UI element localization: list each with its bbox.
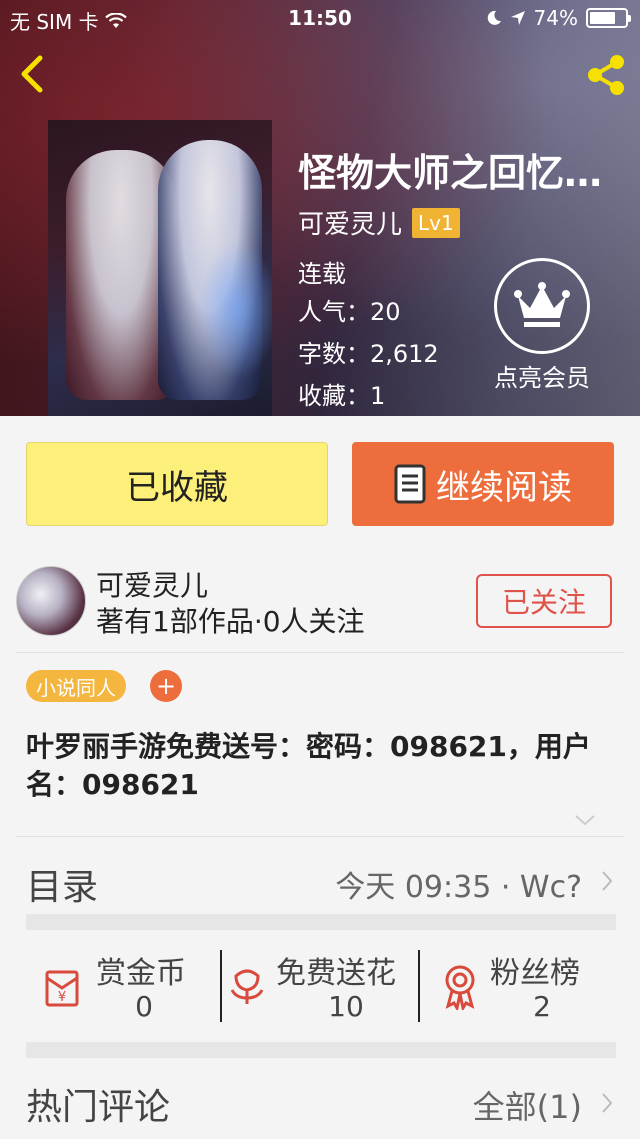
share-button[interactable] bbox=[582, 52, 630, 98]
hot-comments-title: 热门评论 bbox=[26, 1087, 171, 1128]
book-intro: 叶罗丽手游免费送号：密码：098621，用户名：098621 bbox=[26, 730, 591, 801]
follow-button[interactable]: 已关注 bbox=[476, 574, 612, 628]
book-detail-content: 已收藏 继续阅读 可爱灵儿 著有1部作品·0人关注 已关注 小说同人 + 叶罗丽… bbox=[0, 416, 640, 1139]
avatar[interactable] bbox=[16, 566, 86, 636]
fan-ranking-value: 2 bbox=[533, 990, 551, 1023]
reward-coins-button[interactable]: ¥ 赏金币 0 bbox=[44, 948, 214, 1028]
add-tag-button[interactable]: + bbox=[150, 670, 182, 702]
book-word-count: 字数：2,612 bbox=[298, 340, 439, 368]
continue-reading-label: 继续阅读 bbox=[436, 467, 572, 508]
all-comments-link[interactable]: 全部(1) bbox=[473, 1082, 582, 1128]
free-flower-label: 免费送花 bbox=[276, 956, 396, 991]
back-button[interactable] bbox=[14, 52, 54, 96]
book-popularity: 人气：20 bbox=[298, 298, 401, 326]
catalog-row[interactable]: 目录 今天 09:35 · Wc? bbox=[26, 838, 616, 922]
fan-ranking-label: 粉丝榜 bbox=[490, 956, 580, 991]
level-badge: Lv1 bbox=[412, 207, 460, 238]
author-name: 可爱灵儿 bbox=[96, 569, 209, 602]
divider bbox=[418, 950, 420, 1022]
medal-icon bbox=[445, 965, 475, 1010]
status-bar: 无 SIM 卡 11:50 74% bbox=[0, 0, 640, 36]
author-stats: 著有1部作品·0人关注 bbox=[96, 605, 365, 638]
divider bbox=[16, 652, 624, 653]
collected-button[interactable]: 已收藏 bbox=[26, 442, 328, 526]
book-header: 无 SIM 卡 11:50 74% 怪物大师之回忆… 可爱灵儿 Lv1 连载 人… bbox=[0, 0, 640, 416]
continue-reading-button[interactable]: 继续阅读 bbox=[352, 442, 614, 526]
red-envelope-icon: ¥ bbox=[45, 970, 79, 1007]
crown-icon bbox=[514, 282, 570, 327]
book-status: 连载 bbox=[298, 260, 346, 288]
battery-icon bbox=[586, 8, 631, 28]
collected-label: 已收藏 bbox=[126, 467, 228, 508]
reward-coins-label: 赏金币 bbox=[96, 956, 186, 991]
catalog-update-time: 今天 09:35 · Wc? bbox=[335, 870, 582, 905]
free-flower-button[interactable]: 免费送花 10 bbox=[228, 948, 418, 1028]
divider bbox=[16, 836, 624, 837]
book-cover-image bbox=[48, 120, 272, 416]
chevron-right-icon bbox=[602, 871, 613, 891]
battery-percent: 74% bbox=[533, 6, 578, 30]
divider bbox=[220, 950, 222, 1022]
expand-chevron-down-icon[interactable] bbox=[574, 812, 596, 828]
section-separator bbox=[26, 1042, 616, 1058]
battery-fill bbox=[590, 12, 615, 24]
fan-ranking-button[interactable]: 粉丝榜 2 bbox=[440, 948, 616, 1028]
tag-item[interactable]: 小说同人 bbox=[26, 670, 126, 702]
vip-label: 点亮会员 bbox=[494, 364, 590, 392]
vip-button[interactable]: 点亮会员 bbox=[486, 258, 598, 392]
book-title: 怪物大师之回忆… bbox=[298, 151, 603, 195]
moon-icon bbox=[487, 10, 501, 25]
book-icon bbox=[394, 464, 426, 504]
rewards-row: ¥ 赏金币 0 免费送花 10 粉丝榜 2 bbox=[26, 934, 616, 1042]
free-flower-value: 10 bbox=[328, 990, 364, 1023]
hot-comments-row[interactable]: 热门评论 全部(1) bbox=[26, 1064, 616, 1139]
book-author-row: 可爱灵儿 Lv1 bbox=[298, 204, 460, 241]
svg-text:¥: ¥ bbox=[58, 990, 66, 1005]
book-favorites: 收藏：1 bbox=[298, 382, 386, 410]
chevron-right-icon bbox=[602, 1093, 613, 1113]
section-separator bbox=[26, 914, 616, 930]
location-arrow-icon bbox=[510, 11, 525, 25]
flower-icon bbox=[230, 969, 264, 1004]
author-card[interactable]: 可爱灵儿 著有1部作品·0人关注 已关注 bbox=[16, 564, 624, 638]
catalog-title: 目录 bbox=[26, 867, 99, 908]
follow-label: 已关注 bbox=[501, 586, 586, 619]
reward-coins-value: 0 bbox=[135, 990, 153, 1023]
book-author[interactable]: 可爱灵儿 bbox=[298, 204, 402, 241]
